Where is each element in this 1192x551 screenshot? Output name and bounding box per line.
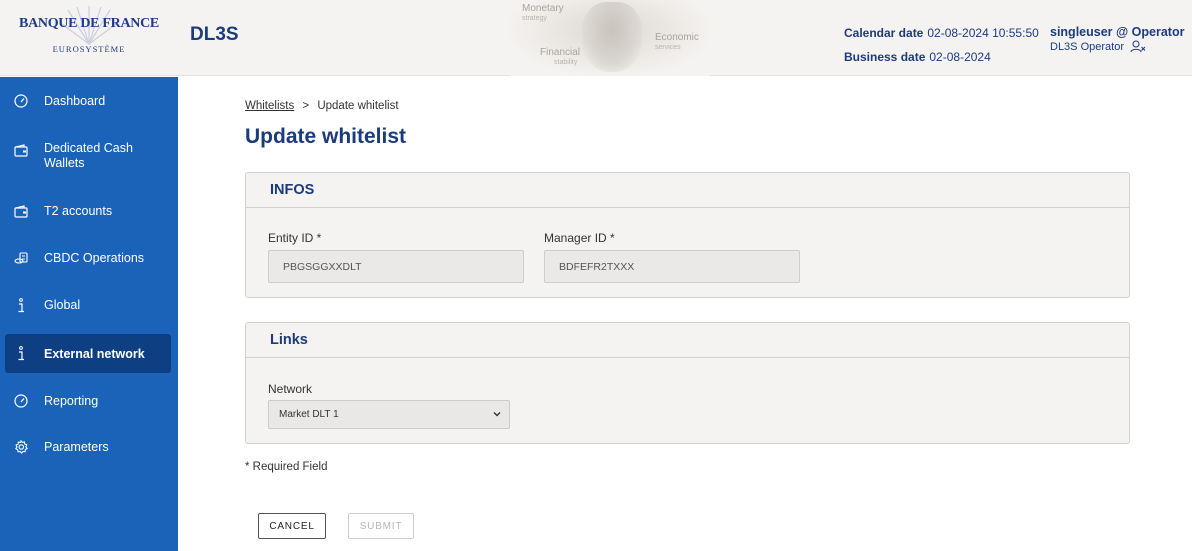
sidebar-item-dashboard[interactable]: Dashboard: [5, 87, 171, 115]
sidebar-item-label: Reporting: [44, 394, 99, 408]
chevron-down-icon: [493, 412, 501, 417]
gauge-icon: [12, 392, 30, 410]
breadcrumb: Whitelists > Update whitelist: [245, 100, 399, 112]
sidebar-item-label: Parameters: [44, 440, 109, 454]
sidebar-item-label: T2 accounts: [44, 204, 113, 218]
manager-id-label: Manager ID *: [544, 231, 615, 245]
entity-id-field[interactable]: PBGSGGXXDLT: [268, 250, 524, 283]
sidebar-item-global[interactable]: Global: [5, 291, 171, 319]
info-icon: [12, 345, 30, 363]
sidebar-item-label: Dashboard: [44, 94, 106, 108]
user-name: singleuser @ Operator: [1050, 25, 1185, 39]
info-icon: [12, 296, 30, 314]
user-info: singleuser @ Operator DL3S Operator: [1050, 25, 1184, 53]
header-banner: Monetary strategy Economic services Financ…: [510, 0, 710, 76]
breadcrumb-current: Update whitelist: [317, 100, 399, 112]
wallet-icon: [12, 202, 30, 220]
business-date-value: 02-08-2024: [929, 50, 991, 64]
network-label: Network: [268, 382, 313, 396]
coins-icon: [12, 249, 30, 267]
breadcrumb-separator: >: [302, 100, 310, 112]
infos-panel: INFOS Entity ID * PBGSGGXXDLT Manager ID…: [245, 172, 1130, 298]
gauge-icon: [12, 92, 30, 110]
banque-de-france-logo[interactable]: BANQUE DE FRANCE EUROSYSTÈME: [0, 0, 178, 76]
gear-icon: [12, 438, 30, 456]
logo-title: BANQUE DE FRANCE: [19, 16, 159, 31]
wallet-icon: [12, 141, 30, 159]
sidebar-item-external-network[interactable]: External network: [5, 334, 171, 373]
calendar-date-label: Calendar date: [844, 26, 924, 40]
links-panel: Links Network Market DLT 1: [245, 322, 1130, 444]
banner-statue-image: [582, 2, 642, 72]
banner-financial: Financial stability: [540, 47, 581, 67]
sidebar-item-cbdc-operations[interactable]: CBDC Operations: [5, 244, 171, 272]
business-date-label: Business date: [844, 50, 926, 64]
sidebar-item-label: Dedicated Cash Wallets: [44, 141, 133, 170]
sidebar-item-label: External network: [44, 346, 145, 361]
cancel-button[interactable]: CANCEL: [258, 513, 326, 539]
sidebar-item-t2-accounts[interactable]: T2 accounts: [5, 197, 171, 225]
sidebar-item-label: CBDC Operations: [44, 251, 145, 265]
sidebar-item-reporting[interactable]: Reporting: [5, 387, 171, 415]
infos-panel-title: INFOS: [246, 173, 1129, 208]
sidebar: Dashboard Dedicated Cash Wallets T2 acco…: [0, 77, 178, 551]
user-x-icon[interactable]: [1130, 40, 1146, 53]
page-title: Update whitelist: [245, 125, 407, 148]
sidebar-item-dedicated-cash-wallets[interactable]: Dedicated Cash Wallets: [5, 135, 171, 179]
system-dates: Calendar date 02-08-2024 10:55:50 Busines…: [844, 21, 1039, 69]
app-header: BANQUE DE FRANCE EUROSYSTÈME DL3S Moneta…: [0, 0, 1192, 76]
submit-button[interactable]: SUBMIT: [348, 513, 414, 539]
breadcrumb-link-whitelists[interactable]: Whitelists: [245, 100, 294, 112]
banner-monetary: Monetary strategy: [522, 3, 564, 23]
sidebar-item-parameters[interactable]: Parameters: [5, 433, 171, 461]
required-field-note: * Required Field: [245, 461, 328, 473]
entity-id-label: Entity ID *: [268, 231, 322, 245]
logo-subtitle: EUROSYSTÈME: [52, 44, 126, 54]
user-role: DL3S Operator: [1050, 40, 1124, 53]
app-name: DL3S: [190, 24, 239, 45]
network-select[interactable]: Market DLT 1: [268, 400, 510, 429]
manager-id-field[interactable]: BDFEFR2TXXX: [544, 250, 800, 283]
banner-economic: Economic services: [655, 32, 699, 52]
network-select-value: Market DLT 1: [279, 409, 339, 420]
links-panel-title: Links: [246, 323, 1129, 358]
sidebar-item-label: Global: [44, 298, 81, 312]
calendar-date-value: 02-08-2024 10:55:50: [927, 26, 1039, 40]
